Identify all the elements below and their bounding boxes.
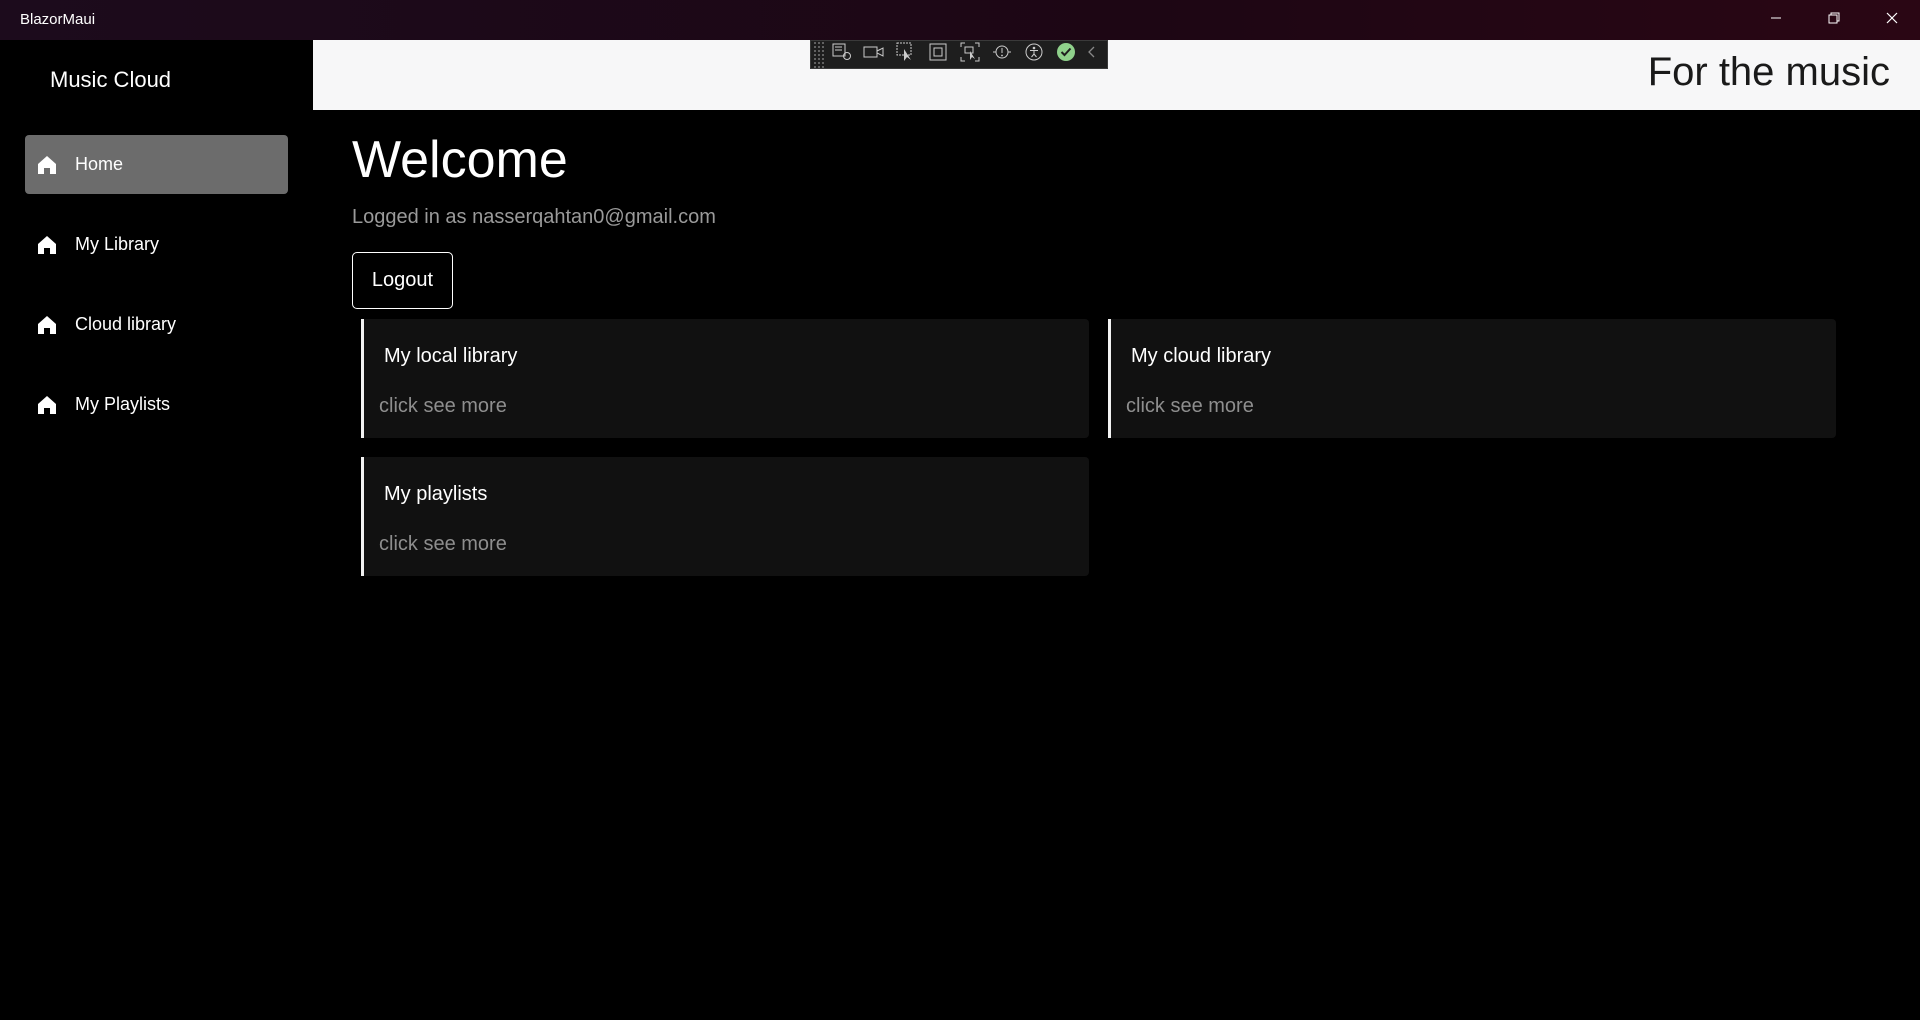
top-row: For the music: [313, 40, 1920, 110]
close-icon: [1886, 11, 1898, 29]
card-subtitle: click see more: [1126, 395, 1254, 417]
sidebar-item-my-library[interactable]: My Library: [25, 215, 288, 274]
logout-button[interactable]: Logout: [352, 252, 453, 309]
page-title: Welcome: [352, 131, 568, 189]
live-visual-tree-button[interactable]: [827, 41, 857, 68]
xaml-debug-toolbar: [810, 40, 1108, 69]
toolbar-grip[interactable]: [813, 41, 825, 68]
card-title: My cloud library: [1131, 345, 1272, 367]
hot-reload-status-button[interactable]: [1051, 41, 1081, 68]
display-layout-adorners-button[interactable]: [923, 41, 953, 68]
sidebar-item-cloud-library[interactable]: Cloud library: [25, 295, 288, 354]
accessibility-icon: [1025, 43, 1043, 66]
card-subtitle: click see more: [379, 395, 507, 417]
record-button[interactable]: [859, 41, 889, 68]
binding-failures-button[interactable]: [987, 41, 1017, 68]
sidebar-item-label: My Library: [75, 234, 160, 254]
collapse-chevron-icon: [1087, 45, 1097, 64]
card-title: My local library: [384, 345, 518, 367]
restore-button[interactable]: [1806, 0, 1862, 40]
logged-in-status: Logged in as nasserqahtan0@gmail.com: [352, 206, 716, 228]
card-cloud-library[interactable]: My cloud library click see more: [1108, 319, 1836, 438]
track-focus-icon: [960, 42, 980, 67]
window-title: BlazorMaui: [20, 11, 96, 28]
home-icon: [35, 313, 59, 337]
binding-failures-icon: [992, 43, 1012, 66]
collapse-toolbar-button[interactable]: [1083, 41, 1101, 68]
home-icon: [35, 233, 59, 257]
select-element-button[interactable]: [891, 41, 921, 68]
sidebar-item-label: Home: [75, 154, 124, 174]
card-title: My playlists: [384, 483, 488, 505]
accessibility-button[interactable]: [1019, 41, 1049, 68]
card-playlists[interactable]: My playlists click see more: [361, 457, 1089, 576]
brand-link[interactable]: Music Cloud: [50, 67, 171, 93]
hot-reload-ok-icon: [1056, 42, 1076, 67]
card-subtitle: click see more: [379, 533, 507, 555]
home-icon: [35, 393, 59, 417]
sidebar-item-home[interactable]: Home: [25, 135, 288, 194]
track-focus-button[interactable]: [955, 41, 985, 68]
live-visual-tree-icon: [832, 43, 852, 66]
tagline: For the music: [1647, 50, 1890, 94]
minimize-button[interactable]: [1748, 0, 1804, 40]
restore-icon: [1828, 11, 1840, 29]
minimize-icon: [1770, 11, 1782, 29]
close-button[interactable]: [1864, 0, 1920, 40]
sidebar: Music Cloud Home My Library Cloud librar…: [0, 40, 313, 1020]
sidebar-item-my-playlists[interactable]: My Playlists: [25, 375, 288, 434]
record-icon: [863, 44, 885, 65]
select-element-icon: [896, 42, 916, 67]
sidebar-item-label: Cloud library: [75, 314, 177, 334]
display-layout-adorners-icon: [929, 43, 947, 66]
home-icon: [35, 153, 59, 177]
sidebar-item-label: My Playlists: [75, 394, 171, 414]
window-title-bar: BlazorMaui: [0, 0, 1920, 40]
card-local-library[interactable]: My local library click see more: [361, 319, 1089, 438]
